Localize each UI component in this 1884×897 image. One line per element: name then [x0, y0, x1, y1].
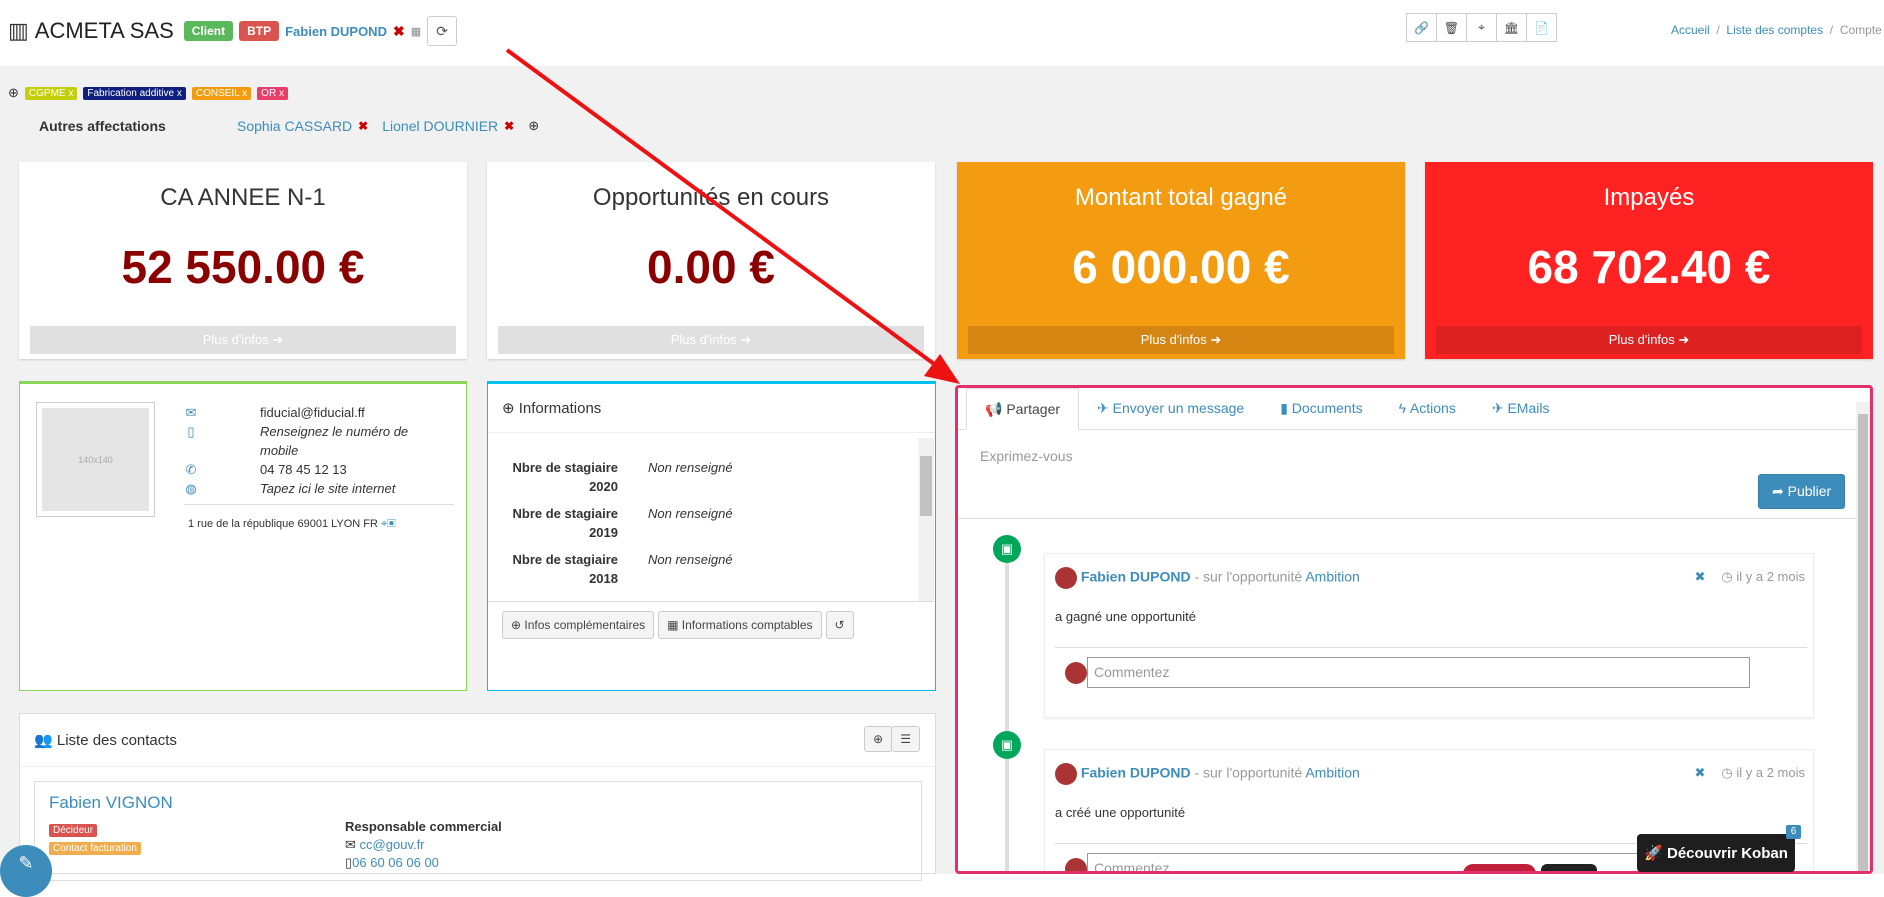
rocket-icon: 🚀	[1644, 845, 1663, 862]
annotation-arrow	[505, 48, 960, 384]
notification-count-badge: 6	[1786, 825, 1801, 839]
discover-koban-button[interactable]: 🚀 Découvrir Koban	[1637, 834, 1795, 872]
